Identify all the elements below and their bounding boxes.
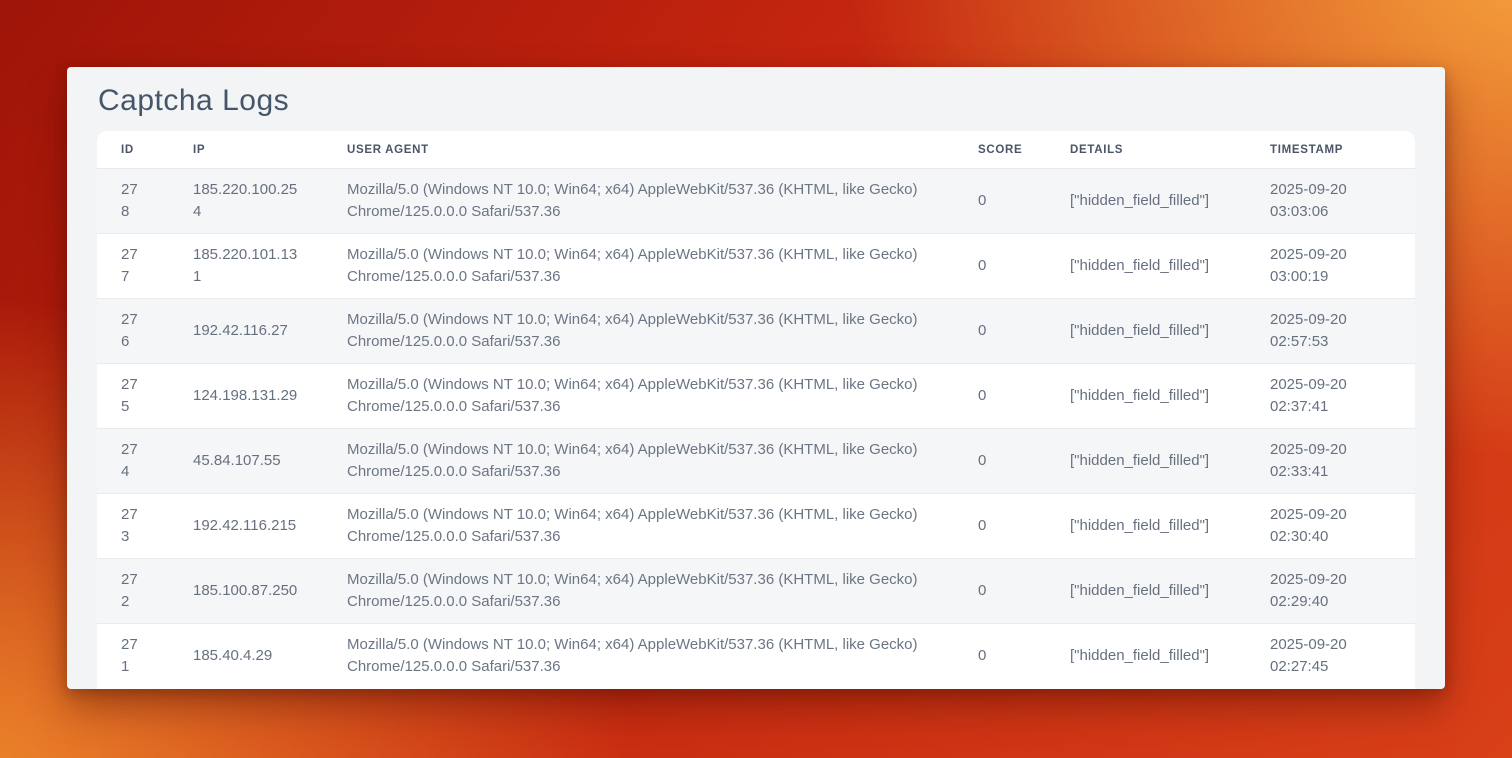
cell-user-agent: Mozilla/5.0 (Windows NT 10.0; Win64; x64…	[323, 169, 954, 234]
desktop-background: { "page": { "title": "Captcha Logs" }, "…	[0, 0, 1512, 758]
table-row: 271 185.40.4.29 Mozilla/5.0 (Windows NT …	[97, 624, 1415, 689]
cell-id: 271	[97, 624, 169, 689]
cell-score: 0	[954, 364, 1046, 429]
cell-ip: 185.220.101.131	[169, 234, 323, 299]
cell-ip: 185.40.4.29	[169, 624, 323, 689]
cell-timestamp: 2025-09-20 02:29:40	[1246, 559, 1415, 624]
table-row: 275 124.198.131.29 Mozilla/5.0 (Windows …	[97, 364, 1415, 429]
captcha-logs-table: ID IP USER AGENT SCORE DETAILS TIMESTAMP…	[97, 131, 1415, 689]
cell-details: ["hidden_field_filled"]	[1046, 169, 1246, 234]
cell-details: ["hidden_field_filled"]	[1046, 624, 1246, 689]
captcha-logs-table-container: ID IP USER AGENT SCORE DETAILS TIMESTAMP…	[97, 131, 1415, 689]
cell-user-agent: Mozilla/5.0 (Windows NT 10.0; Win64; x64…	[323, 299, 954, 364]
table-row: 277 185.220.101.131 Mozilla/5.0 (Windows…	[97, 234, 1415, 299]
cell-timestamp: 2025-09-20 02:33:41	[1246, 429, 1415, 494]
cell-score: 0	[954, 559, 1046, 624]
cell-details: ["hidden_field_filled"]	[1046, 234, 1246, 299]
table-row: 276 192.42.116.27 Mozilla/5.0 (Windows N…	[97, 299, 1415, 364]
column-header-user-agent: USER AGENT	[323, 131, 954, 169]
table-row: 274 45.84.107.55 Mozilla/5.0 (Windows NT…	[97, 429, 1415, 494]
cell-user-agent: Mozilla/5.0 (Windows NT 10.0; Win64; x64…	[323, 494, 954, 559]
cell-user-agent: Mozilla/5.0 (Windows NT 10.0; Win64; x64…	[323, 624, 954, 689]
page-title: Captcha Logs	[98, 80, 1415, 122]
cell-timestamp: 2025-09-20 02:27:45	[1246, 624, 1415, 689]
cell-timestamp: 2025-09-20 03:03:06	[1246, 169, 1415, 234]
column-header-details: DETAILS	[1046, 131, 1246, 169]
cell-id: 274	[97, 429, 169, 494]
cell-timestamp: 2025-09-20 03:00:19	[1246, 234, 1415, 299]
cell-id: 278	[97, 169, 169, 234]
cell-ip: 45.84.107.55	[169, 429, 323, 494]
table-row: 272 185.100.87.250 Mozilla/5.0 (Windows …	[97, 559, 1415, 624]
cell-id: 272	[97, 559, 169, 624]
column-header-timestamp: TIMESTAMP	[1246, 131, 1415, 169]
cell-details: ["hidden_field_filled"]	[1046, 494, 1246, 559]
cell-ip: 192.42.116.215	[169, 494, 323, 559]
cell-id: 275	[97, 364, 169, 429]
column-header-score: SCORE	[954, 131, 1046, 169]
captcha-logs-card: Captcha Logs ID IP USER AGENT SCORE DETA…	[67, 67, 1445, 689]
cell-score: 0	[954, 169, 1046, 234]
cell-user-agent: Mozilla/5.0 (Windows NT 10.0; Win64; x64…	[323, 234, 954, 299]
cell-ip: 124.198.131.29	[169, 364, 323, 429]
column-header-id: ID	[97, 131, 169, 169]
cell-id: 276	[97, 299, 169, 364]
cell-user-agent: Mozilla/5.0 (Windows NT 10.0; Win64; x64…	[323, 429, 954, 494]
cell-details: ["hidden_field_filled"]	[1046, 364, 1246, 429]
table-body: 278 185.220.100.254 Mozilla/5.0 (Windows…	[97, 169, 1415, 689]
cell-ip: 185.220.100.254	[169, 169, 323, 234]
cell-timestamp: 2025-09-20 02:37:41	[1246, 364, 1415, 429]
cell-ip: 185.100.87.250	[169, 559, 323, 624]
table-header: ID IP USER AGENT SCORE DETAILS TIMESTAMP	[97, 131, 1415, 169]
table-header-row: ID IP USER AGENT SCORE DETAILS TIMESTAMP	[97, 131, 1415, 169]
cell-timestamp: 2025-09-20 02:57:53	[1246, 299, 1415, 364]
cell-user-agent: Mozilla/5.0 (Windows NT 10.0; Win64; x64…	[323, 559, 954, 624]
cell-score: 0	[954, 494, 1046, 559]
cell-score: 0	[954, 234, 1046, 299]
cell-user-agent: Mozilla/5.0 (Windows NT 10.0; Win64; x64…	[323, 364, 954, 429]
cell-details: ["hidden_field_filled"]	[1046, 299, 1246, 364]
cell-ip: 192.42.116.27	[169, 299, 323, 364]
cell-score: 0	[954, 429, 1046, 494]
cell-details: ["hidden_field_filled"]	[1046, 559, 1246, 624]
cell-id: 273	[97, 494, 169, 559]
cell-id: 277	[97, 234, 169, 299]
cell-details: ["hidden_field_filled"]	[1046, 429, 1246, 494]
table-row: 273 192.42.116.215 Mozilla/5.0 (Windows …	[97, 494, 1415, 559]
cell-timestamp: 2025-09-20 02:30:40	[1246, 494, 1415, 559]
table-row: 278 185.220.100.254 Mozilla/5.0 (Windows…	[97, 169, 1415, 234]
cell-score: 0	[954, 624, 1046, 689]
cell-score: 0	[954, 299, 1046, 364]
column-header-ip: IP	[169, 131, 323, 169]
